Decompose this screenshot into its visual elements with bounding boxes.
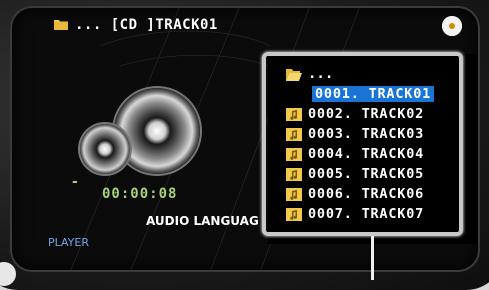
large-speaker-graphic	[114, 88, 200, 174]
audio-language-button[interactable]: AUDIO LANGUAG	[146, 214, 259, 228]
folder-icon	[54, 20, 68, 30]
player-label: PLAYER	[48, 236, 89, 249]
callout-highlight-box	[262, 52, 463, 236]
elapsed-time: 00:00:08	[102, 186, 178, 202]
current-path: ... [CD ]TRACK01	[75, 17, 218, 33]
small-speaker-graphic	[80, 124, 130, 174]
disc-icon	[442, 16, 462, 36]
callout-pointer-line	[371, 236, 374, 280]
status-bar: ... [CD ]TRACK01	[10, 6, 480, 40]
dash-indicator: -	[72, 174, 78, 190]
